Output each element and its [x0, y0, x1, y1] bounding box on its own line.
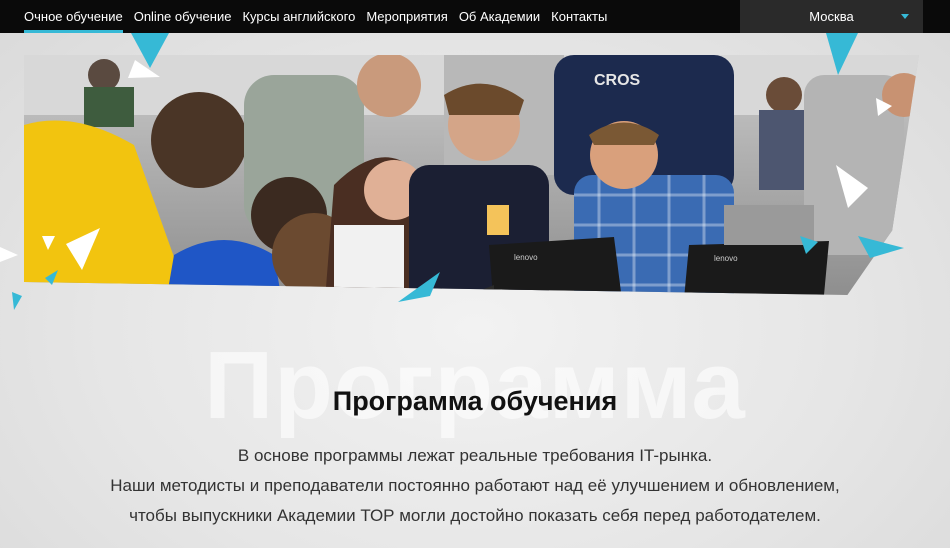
city-selector-label: Москва	[809, 9, 854, 24]
section-title: Программа обучения	[332, 386, 618, 416]
description-line: Наши методисты и преподаватели постоянно…	[110, 476, 840, 495]
city-selector[interactable]: Москва	[740, 0, 923, 33]
nav-item-online[interactable]: Online обучение	[134, 0, 232, 33]
svg-text:lenovo: lenovo	[714, 254, 738, 263]
students-photo: CROS lenovo lenovo	[24, 55, 919, 295]
top-navigation-bar: Очное обучение Online обучение Курсы анг…	[0, 0, 950, 33]
svg-text:CROS: CROS	[594, 72, 641, 89]
nav-item-contacts[interactable]: Контакты	[551, 0, 607, 33]
hero-section: CROS lenovo lenovo	[0, 33, 950, 313]
chevron-down-icon	[901, 14, 909, 19]
section-description: В основе программы лежат реальные требов…	[0, 441, 950, 531]
svg-text:lenovo: lenovo	[514, 253, 538, 262]
description-line: В основе программы лежат реальные требов…	[237, 446, 713, 465]
main-nav: Очное обучение Online обучение Курсы анг…	[24, 0, 618, 33]
nav-item-about[interactable]: Об Академии	[459, 0, 540, 33]
nav-item-full-time[interactable]: Очное обучение	[24, 0, 123, 33]
nav-item-events[interactable]: Мероприятия	[366, 0, 448, 33]
nav-item-english-courses[interactable]: Курсы английского	[242, 0, 355, 33]
description-line: чтобы выпускники Академии ТОР могли дост…	[129, 506, 821, 525]
